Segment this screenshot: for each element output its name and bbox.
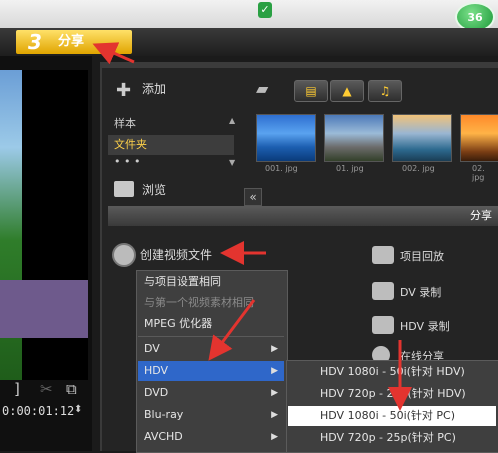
menu-item-same-as-project[interactable]: 与项目设置相同 <box>138 272 284 292</box>
video-filter-icon[interactable]: ▤ <box>294 80 328 102</box>
step-number: 3 <box>28 30 42 54</box>
dv-record-icon[interactable] <box>372 282 394 300</box>
menu-item-mpeg-optimizer[interactable]: MPEG 优化器 <box>138 314 284 334</box>
image-filter-icon[interactable]: ▲ <box>330 80 364 102</box>
project-playback-label[interactable]: 项目回放 <box>400 248 444 264</box>
copy-icon[interactable]: ⧉ <box>66 380 77 398</box>
submenu-item-hdv720p-hdv[interactable]: HDV 720p - 25p(针对 HDV) <box>288 384 496 404</box>
menu-item-bluray[interactable]: Blu-ray ▶ <box>138 405 284 425</box>
menu-item-label: DVD <box>144 386 169 399</box>
menu-item-label: AVCHD <box>144 430 183 443</box>
cut-icon[interactable]: ✂ <box>40 380 53 398</box>
timeline-clip-block <box>0 280 88 338</box>
browse-label[interactable]: 浏览 <box>142 181 166 198</box>
film-reel-icon[interactable] <box>112 243 136 267</box>
share-header-bar <box>108 206 498 226</box>
thumbnail-image[interactable] <box>460 114 498 162</box>
thumbnail-caption: 02. jpg <box>472 164 485 182</box>
check-icon: ✓ <box>258 2 272 18</box>
submenu-arrow-icon: ▶ <box>271 366 278 376</box>
menu-divider <box>138 336 284 337</box>
submenu-arrow-icon: ▶ <box>271 432 278 442</box>
audio-filter-icon[interactable]: ♫ <box>368 80 402 102</box>
submenu-item-hdv1080i-pc[interactable]: HDV 1080i - 50i(针对 PC) <box>288 406 496 426</box>
hdv-record-label[interactable]: HDV 录制 <box>400 318 450 334</box>
dv-record-label[interactable]: DV 录制 <box>400 284 441 300</box>
thumbnail-image[interactable] <box>392 114 452 162</box>
folder-icon[interactable]: ▰ <box>256 80 280 98</box>
submenu-arrow-icon: ▶ <box>271 388 278 398</box>
scroll-down-icon[interactable]: ▼ <box>229 158 235 167</box>
thumbnail-caption: 002. jpg <box>402 164 435 173</box>
menu-item-label: 与项目设置相同 <box>144 275 221 288</box>
thumbnail-image[interactable] <box>324 114 384 162</box>
browse-icon[interactable] <box>114 181 134 197</box>
thumbnail-image[interactable] <box>256 114 316 162</box>
timecode-display[interactable]: 0:00:01:12 <box>2 404 74 418</box>
menu-item-label: DV <box>144 342 160 355</box>
project-playback-icon[interactable] <box>372 246 394 264</box>
menu-item-avchd[interactable]: AVCHD ▶ <box>138 427 284 447</box>
bracket-icon[interactable]: ] <box>14 380 20 398</box>
menu-item-label: HDV <box>144 364 169 377</box>
thumbnail-caption: 01. jpg <box>336 164 364 173</box>
hdv-record-icon[interactable] <box>372 316 394 334</box>
submenu-item-hdv1080i-hdv[interactable]: HDV 1080i - 50i(针对 HDV) <box>288 362 496 382</box>
menu-item-label: Blu-ray <box>144 408 184 421</box>
menu-item-label: MPEG 优化器 <box>144 317 213 330</box>
menu-item-hdv[interactable]: HDV ▶ <box>138 361 284 381</box>
step-label: 分享 <box>58 34 85 49</box>
submenu-arrow-icon: ▶ <box>271 344 278 354</box>
create-video-file-label[interactable]: 创建视频文件 <box>140 246 212 263</box>
add-icon[interactable]: ✚ <box>116 80 131 101</box>
menu-item-dv[interactable]: DV ▶ <box>138 339 284 359</box>
menu-item-dvd[interactable]: DVD ▶ <box>138 383 284 403</box>
thumbnail-caption: 001. jpg <box>265 164 298 173</box>
submenu-item-hdv720p-pc[interactable]: HDV 720p - 25p(针对 PC) <box>288 428 496 448</box>
stepper-icon[interactable]: ⬍ <box>74 404 82 415</box>
category-item-folder[interactable]: 文件夹 <box>108 135 234 155</box>
add-label[interactable]: 添加 <box>142 80 166 97</box>
menu-item-label: 与第一个视频素材相同 <box>144 296 254 309</box>
scroll-up-icon[interactable]: ▲ <box>229 116 235 125</box>
category-item-more[interactable]: • • • <box>108 156 234 171</box>
library-grip[interactable] <box>100 62 498 68</box>
menu-item-same-as-first-clip[interactable]: 与第一个视频素材相同 <box>138 293 284 313</box>
submenu-arrow-icon: ▶ <box>271 410 278 420</box>
share-header-label: 分享 <box>470 209 492 222</box>
top-window-bar <box>0 0 498 28</box>
collapse-icon[interactable]: « <box>244 188 262 206</box>
category-item-samples[interactable]: 样本 <box>108 115 234 133</box>
